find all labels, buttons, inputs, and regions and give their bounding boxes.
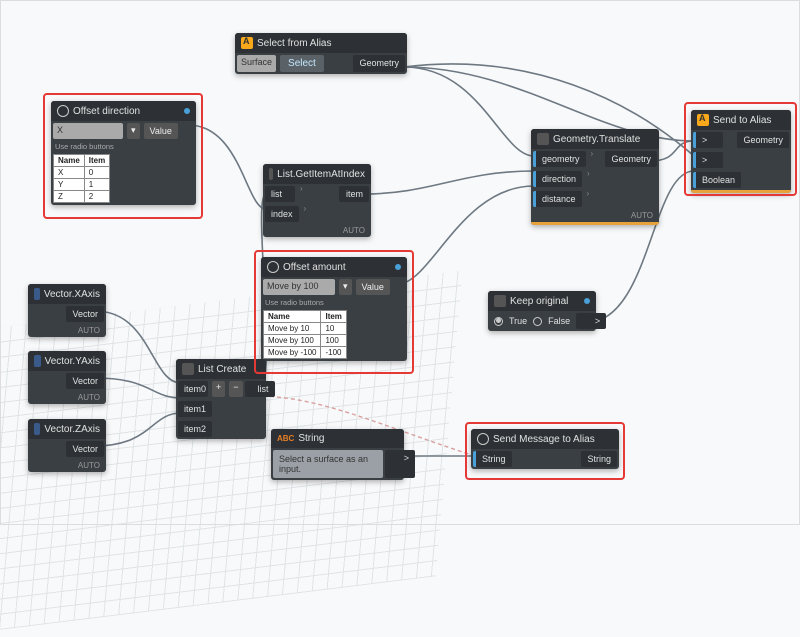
select-button[interactable]: Select (280, 55, 324, 72)
in-port-list[interactable]: list (265, 186, 295, 202)
in-port-distance[interactable]: distance (533, 191, 582, 207)
radio-false[interactable] (533, 317, 542, 326)
highlight-box (465, 422, 625, 480)
node-title: Keep original (510, 296, 568, 307)
highlight-box (254, 250, 414, 374)
in-port-direction[interactable]: direction (533, 171, 582, 187)
node-list-create[interactable]: List Create item0 + − list item1 item2 (176, 359, 266, 439)
in-port-item1[interactable]: item1 (178, 401, 212, 417)
node-title: Select from Alias (257, 38, 331, 49)
out-port-list[interactable]: list (245, 381, 275, 397)
node-vector-zaxis[interactable]: Vector.ZAxis Vector AUTO (28, 419, 106, 472)
boolean-icon (494, 295, 506, 307)
out-port-geometry[interactable]: Geometry (605, 151, 657, 167)
node-keep-original[interactable]: Keep original True False > (488, 291, 596, 331)
node-title: Vector.YAxis (45, 356, 100, 367)
node-title: Geometry.Translate (553, 134, 640, 145)
node-string[interactable]: ABCString Select a surface as an input. … (271, 429, 404, 480)
lacing-label: AUTO (263, 224, 371, 237)
radio-true[interactable] (494, 317, 503, 326)
axis-icon (34, 355, 41, 367)
in-port-index[interactable]: index (265, 206, 299, 222)
lacing-label: AUTO (28, 324, 106, 337)
node-title: Vector.ZAxis (44, 424, 100, 435)
axis-icon (34, 423, 40, 435)
node-vector-xaxis[interactable]: Vector.XAxis Vector AUTO (28, 284, 106, 337)
status-dot-icon (584, 298, 590, 304)
list-icon (182, 363, 194, 375)
out-port-item[interactable]: item (339, 186, 369, 202)
surface-type-dropdown[interactable]: Surface (237, 55, 276, 72)
node-vector-yaxis[interactable]: Vector.YAxis Vector AUTO (28, 351, 106, 404)
out-port-geometry[interactable]: Geometry (353, 55, 405, 72)
lacing-label: AUTO (531, 209, 659, 222)
out-port-vector[interactable]: Vector (66, 441, 104, 457)
geometry-icon (537, 133, 549, 145)
axis-icon (34, 288, 40, 300)
remove-input-button[interactable]: − (229, 381, 242, 397)
string-type-icon: ABC (277, 434, 294, 443)
alias-icon (241, 37, 253, 49)
out-port-vector[interactable]: Vector (66, 373, 104, 389)
out-port[interactable]: > (385, 450, 415, 478)
lacing-label: AUTO (28, 459, 106, 472)
node-select-from-alias[interactable]: Select from Alias Surface Select Geometr… (235, 33, 407, 74)
list-icon (269, 168, 273, 180)
highlight-box (684, 102, 797, 196)
out-port[interactable]: > (576, 313, 606, 329)
warning-bar (531, 222, 659, 225)
highlight-box (43, 93, 203, 219)
node-title: List.GetItemAtIndex (277, 169, 365, 180)
node-title: Vector.XAxis (44, 289, 100, 300)
add-input-button[interactable]: + (212, 381, 225, 397)
node-title: String (298, 433, 324, 444)
in-port-item2[interactable]: item2 (178, 421, 212, 437)
out-port-vector[interactable]: Vector (66, 306, 104, 322)
in-port-geometry[interactable]: geometry (533, 151, 586, 167)
string-input[interactable]: Select a surface as an input. (273, 450, 383, 478)
node-geometry-translate[interactable]: Geometry.Translate geometry›Geometry dir… (531, 129, 659, 225)
node-list-get-item-at-index[interactable]: List.GetItemAtIndex list›item index› AUT… (263, 164, 371, 237)
lacing-label: AUTO (28, 391, 106, 404)
node-title: List Create (198, 364, 246, 375)
in-port-item0[interactable]: item0 (178, 381, 208, 397)
